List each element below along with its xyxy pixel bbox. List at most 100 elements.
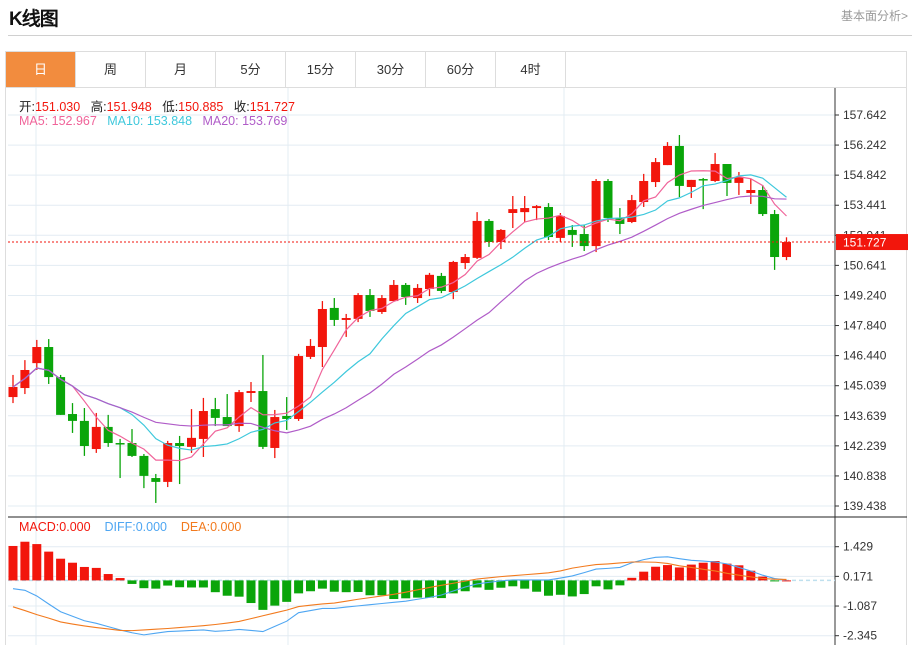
macd-tick-label: -2.345 xyxy=(843,629,877,643)
macd-bar xyxy=(615,580,625,586)
ma-legend: MA5: 152.967 MA10: 153.848 MA20: 153.769 xyxy=(19,114,287,128)
candle xyxy=(782,237,791,261)
candle xyxy=(567,225,577,247)
macd-bar xyxy=(782,580,791,582)
candle xyxy=(651,158,661,187)
candle-body xyxy=(448,261,458,293)
macd-value: MACD:0.000 xyxy=(19,520,91,534)
macd-bar xyxy=(8,545,18,581)
candle-body xyxy=(436,275,446,291)
candle-body xyxy=(508,209,518,213)
candle xyxy=(425,272,434,297)
macd-bar xyxy=(222,580,232,596)
candle-body xyxy=(651,162,661,183)
ma10-value: MA10: 153.848 xyxy=(107,114,193,128)
candle-body xyxy=(8,386,18,398)
candle xyxy=(44,339,54,384)
macd-bar xyxy=(198,580,208,588)
macd-bar xyxy=(175,580,185,588)
price-tick-label: 146.440 xyxy=(843,349,887,363)
close-label: 收: xyxy=(233,100,250,114)
macd-bar xyxy=(329,580,339,592)
candle-body xyxy=(68,414,77,421)
macd-bar xyxy=(44,551,54,581)
candle-body xyxy=(698,179,708,181)
macd-bar xyxy=(246,580,256,604)
candle xyxy=(532,205,542,221)
price-tick-label: 153.441 xyxy=(843,198,887,212)
ma5-line xyxy=(12,170,787,462)
macd-bar xyxy=(115,578,125,581)
macd-bar xyxy=(591,580,601,587)
macd-tick-label: 0.171 xyxy=(843,569,873,583)
price-tick-label: 149.240 xyxy=(843,288,887,302)
candle-body xyxy=(401,284,411,297)
macd-bars xyxy=(8,541,791,610)
macd-bar xyxy=(317,580,327,589)
macd-bar xyxy=(663,565,672,581)
candle-body xyxy=(425,274,434,290)
candle-body xyxy=(317,308,327,348)
macd-bar xyxy=(389,580,399,600)
candle-body xyxy=(151,478,161,482)
candle xyxy=(674,135,684,198)
macd-legend: MACD:0.000 DIFF:0.000 DEA:0.000 xyxy=(19,520,241,534)
macd-bar xyxy=(20,541,30,581)
candle-body xyxy=(306,345,315,357)
candle xyxy=(686,179,696,198)
macd-bar xyxy=(32,544,42,581)
candle xyxy=(139,453,149,489)
diff-value: DIFF:0.000 xyxy=(104,520,167,534)
candle xyxy=(710,153,720,183)
candle xyxy=(579,225,589,252)
macd-bar xyxy=(163,580,173,586)
macd-bar xyxy=(627,577,637,581)
candle-body xyxy=(389,284,399,302)
macd-bar xyxy=(79,566,89,581)
candle xyxy=(401,283,411,305)
candle-body xyxy=(663,145,672,166)
macd-bar xyxy=(674,567,684,581)
candle-body xyxy=(32,347,42,364)
candle-body xyxy=(210,409,220,418)
candle xyxy=(115,438,125,479)
macd-bar xyxy=(722,563,732,581)
macd-bar xyxy=(258,580,268,610)
macd-bar xyxy=(103,574,113,581)
macd-bar xyxy=(401,580,411,599)
ohlc-legend: 开:151.030 高:151.948 低:150.885 收:151.727 xyxy=(19,96,295,115)
candle-body xyxy=(579,234,589,247)
macd-bar xyxy=(282,580,292,602)
macd-bar xyxy=(127,580,137,584)
price-tick-label: 145.039 xyxy=(843,379,887,393)
macd-bar xyxy=(68,562,77,581)
candle-body xyxy=(782,242,791,258)
candle-body xyxy=(472,220,482,258)
candle xyxy=(389,280,399,302)
macd-bar xyxy=(508,580,518,587)
macd-bar xyxy=(603,580,613,590)
candle-body xyxy=(555,215,565,238)
price-tick-label: 150.641 xyxy=(843,258,887,272)
macd-bar xyxy=(579,580,589,595)
macd-bar xyxy=(353,580,363,592)
candle-body xyxy=(187,437,196,447)
macd-bar xyxy=(187,580,196,588)
price-tick-label: 140.838 xyxy=(843,469,887,483)
macd-tick-label: -1.087 xyxy=(843,599,877,613)
macd-bar xyxy=(341,580,351,593)
candle-body xyxy=(91,426,101,450)
candle xyxy=(68,403,77,433)
macd-bar xyxy=(425,580,434,598)
candle-body xyxy=(770,214,780,258)
candle-body xyxy=(591,180,601,247)
macd-bar xyxy=(555,580,565,595)
candle xyxy=(234,389,244,432)
macd-bar xyxy=(139,580,149,589)
macd-bar xyxy=(520,580,530,589)
ma10-line xyxy=(12,174,787,451)
macd-bar xyxy=(567,580,577,597)
ma20-value: MA20: 153.769 xyxy=(202,114,288,128)
candle xyxy=(306,339,315,360)
high-label: 高: xyxy=(90,100,107,114)
